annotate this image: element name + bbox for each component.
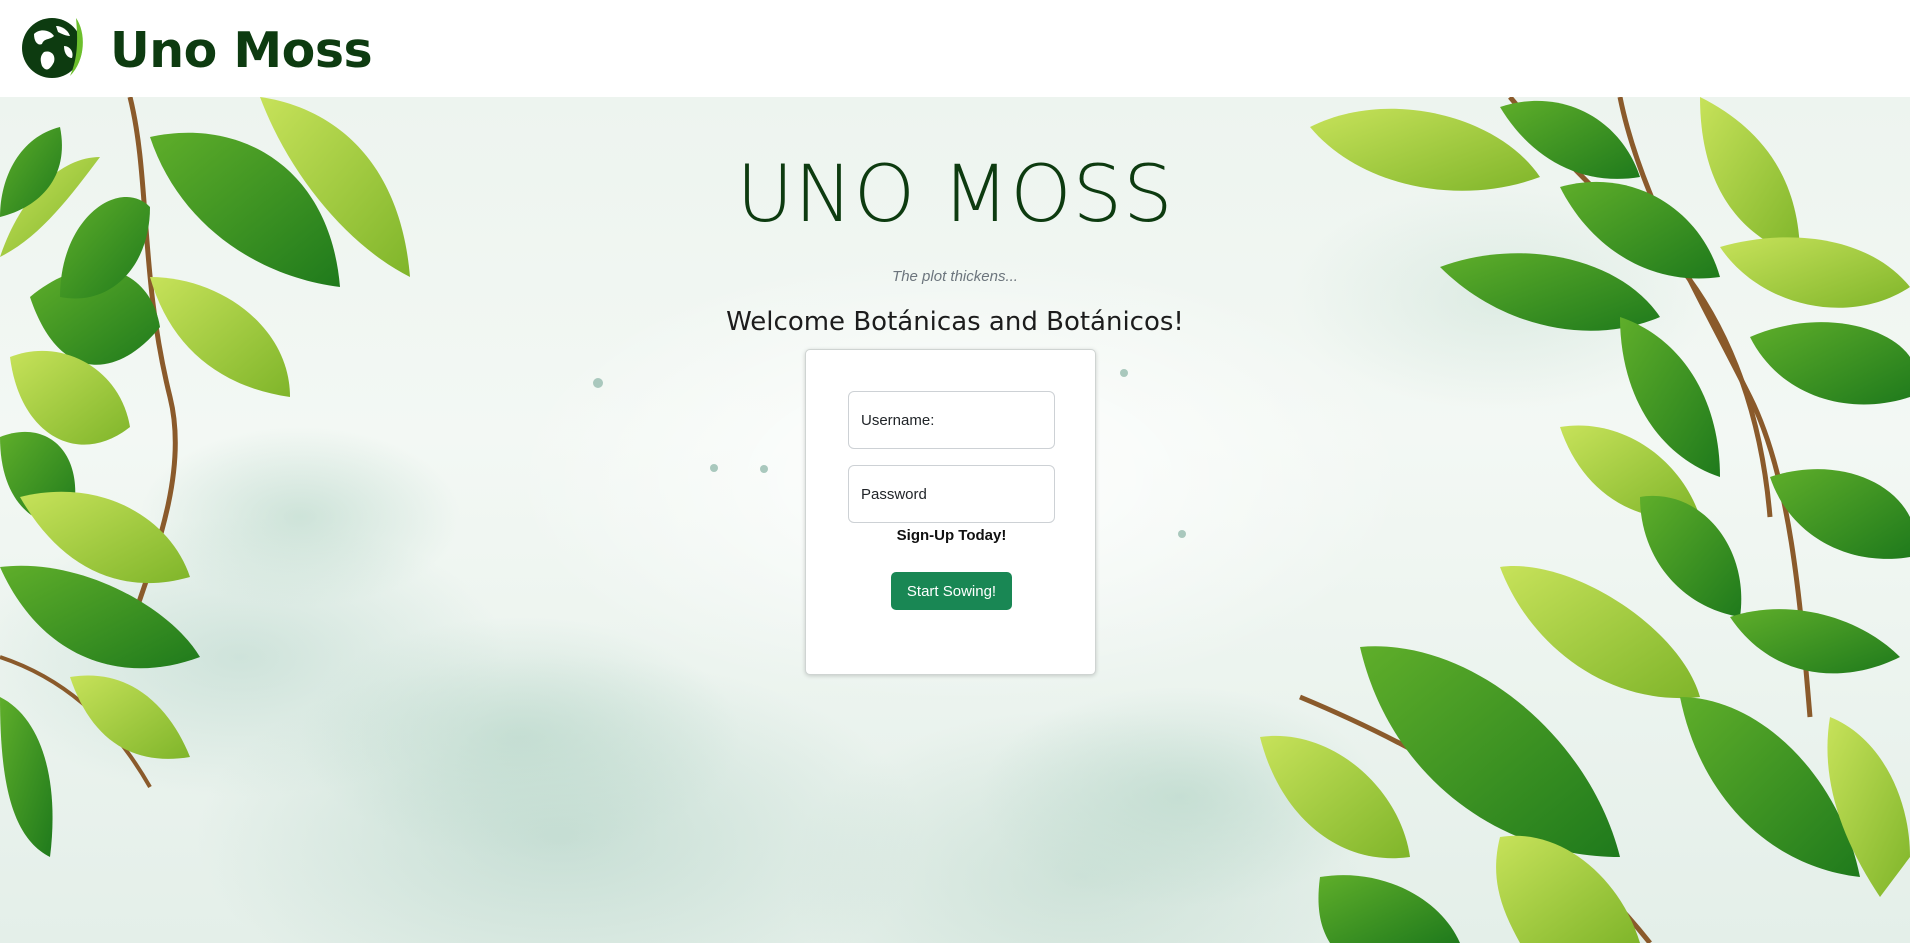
tagline: The plot thickens... (892, 268, 1018, 285)
welcome-heading: Welcome Botánicas and Botánicos! (726, 307, 1184, 337)
username-input[interactable] (848, 391, 1055, 449)
top-navbar: Uno Moss (0, 0, 1910, 97)
login-form: Sign-Up Today! Start Sowing! (805, 349, 1096, 675)
brand-name[interactable]: Uno Moss (110, 24, 373, 78)
start-sowing-button[interactable]: Start Sowing! (891, 572, 1012, 610)
password-input[interactable] (848, 465, 1055, 523)
hero-section: UNO MOSS The plot thickens... Welcome Bo… (0, 97, 1910, 943)
site-title: UNO MOSS (736, 150, 1174, 240)
globe-leaf-icon[interactable] (20, 12, 88, 82)
signup-link[interactable]: Sign-Up Today! (806, 527, 1097, 544)
